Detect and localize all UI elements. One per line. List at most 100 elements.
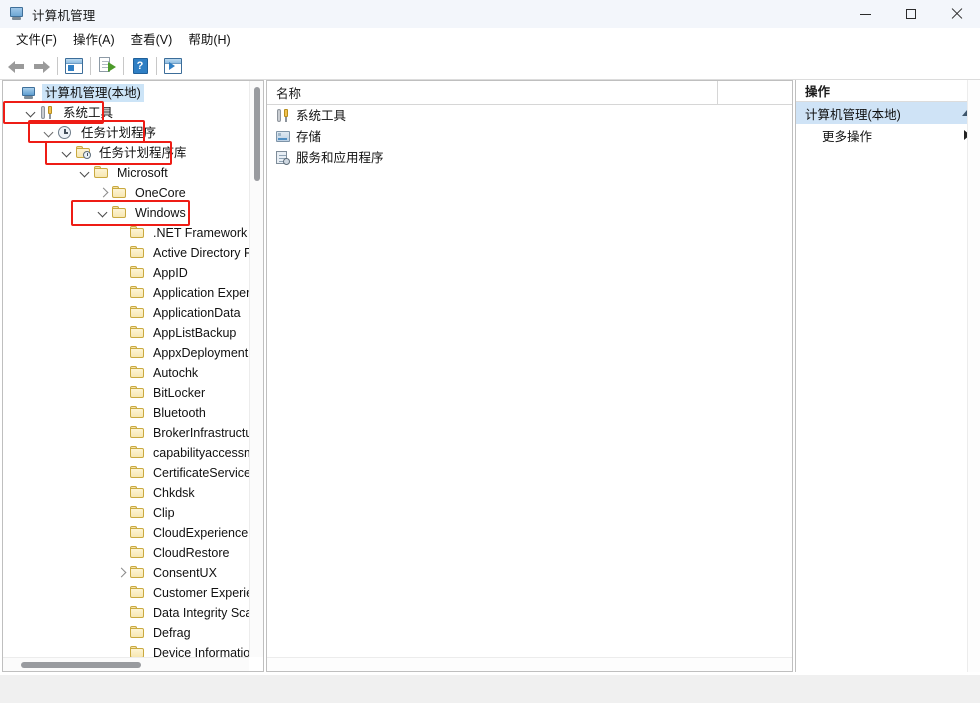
services-icon (275, 150, 292, 166)
result-list: 系统工具存储服务和应用程序 (267, 105, 792, 168)
menu-bar: 文件(F) 操作(A) 查看(V) 帮助(H) (0, 28, 980, 52)
tree-item[interactable]: CloudExperienceH (3, 523, 249, 543)
export-list-button[interactable] (95, 54, 119, 78)
chevron-placeholder (113, 403, 129, 423)
chevron-down-icon[interactable] (23, 103, 39, 123)
column-header-name[interactable]: 名称 (267, 83, 717, 102)
chevron-placeholder (113, 343, 129, 363)
tree-horizontal-scrollbar[interactable] (3, 657, 249, 671)
maximize-button[interactable] (888, 0, 934, 28)
tree-vertical-scroll-thumb[interactable] (254, 87, 260, 181)
chevron-down-icon[interactable] (41, 123, 57, 143)
forward-button[interactable] (29, 54, 53, 78)
arrow-left-icon (8, 59, 26, 73)
tree-item[interactable]: .NET Framework (3, 223, 249, 243)
chevron-down-icon[interactable] (95, 203, 111, 223)
back-button[interactable] (5, 54, 29, 78)
menu-action[interactable]: 操作(A) (65, 30, 123, 50)
status-bar (0, 675, 980, 703)
close-button[interactable] (934, 0, 980, 28)
tree-item[interactable]: Windows (3, 203, 249, 223)
minimize-button[interactable] (842, 0, 888, 28)
chevron-placeholder (113, 283, 129, 303)
tree-horizontal-scroll-thumb[interactable] (21, 662, 141, 668)
tree-item[interactable]: OneCore (3, 183, 249, 203)
tree-item[interactable]: Active Directory R (3, 243, 249, 263)
console-tree-pane: 计算机管理(本地)系统工具任务计划程序任务计划程序库MicrosoftOneCo… (2, 80, 264, 672)
tree-item[interactable]: ApplicationData (3, 303, 249, 323)
tree-item[interactable]: CloudRestore (3, 543, 249, 563)
actions-vertical-scrollbar[interactable] (967, 80, 980, 672)
tree-item[interactable]: ConsentUX (3, 563, 249, 583)
actions-group-computer-management[interactable]: 计算机管理(本地) (796, 102, 980, 124)
tree-item[interactable]: 任务计划程序库 (3, 143, 249, 163)
list-item[interactable]: 服务和应用程序 (267, 147, 792, 168)
tree-item-label: Chkdsk (150, 484, 198, 502)
tree-item[interactable]: Microsoft (3, 163, 249, 183)
folder-icon (129, 305, 146, 321)
tree-item[interactable]: capabilityaccessm (3, 443, 249, 463)
tree-item[interactable]: Customer Experie (3, 583, 249, 603)
tree-item[interactable]: 计算机管理(本地) (3, 83, 249, 103)
tree-item-label: ConsentUX (150, 564, 220, 582)
tree-item-label: Data Integrity Sca (150, 604, 249, 622)
tree-item[interactable]: Defrag (3, 623, 249, 643)
tree-item[interactable]: AppListBackup (3, 323, 249, 343)
chevron-down-icon[interactable] (59, 143, 75, 163)
column-divider[interactable] (717, 81, 718, 104)
actions-pane: 操作 计算机管理(本地) 更多操作 (795, 80, 980, 672)
tree-item-label: capabilityaccessm (150, 444, 249, 462)
tree-item-label: CloudRestore (150, 544, 232, 562)
tree-item[interactable]: Device Informatio (3, 643, 249, 657)
list-item[interactable]: 存储 (267, 126, 792, 147)
tree-item[interactable]: 系统工具 (3, 103, 249, 123)
tools-icon (39, 105, 56, 121)
folder-icon (111, 205, 128, 221)
action-pane-icon (164, 58, 182, 74)
storage-icon (275, 129, 292, 145)
folder-icon (111, 185, 128, 201)
tree-vertical-scrollbar[interactable] (249, 81, 263, 657)
menu-view[interactable]: 查看(V) (123, 30, 181, 50)
chevron-placeholder (113, 463, 129, 483)
tree-item[interactable]: Clip (3, 503, 249, 523)
show-hide-console-tree-button[interactable] (62, 54, 86, 78)
tree-item[interactable]: Autochk (3, 363, 249, 383)
toolbar-separator (90, 57, 91, 75)
tree-item[interactable]: AppID (3, 263, 249, 283)
tree-item-label: Application Exper (150, 284, 249, 302)
chevron-right-icon[interactable] (113, 563, 129, 583)
tree-item[interactable]: AppxDeployment( (3, 343, 249, 363)
list-horizontal-scrollbar[interactable] (267, 657, 792, 671)
chevron-placeholder (113, 223, 129, 243)
tree-item[interactable]: BitLocker (3, 383, 249, 403)
tree-item-label: 计算机管理(本地) (42, 84, 144, 102)
computer-icon (21, 85, 38, 101)
menu-file[interactable]: 文件(F) (8, 30, 65, 50)
tree-item[interactable]: CertificateServices (3, 463, 249, 483)
chevron-right-icon[interactable] (95, 183, 111, 203)
menu-help[interactable]: 帮助(H) (180, 30, 238, 50)
show-action-pane-button[interactable] (161, 54, 185, 78)
list-item[interactable]: 系统工具 (267, 105, 792, 126)
console-tree-icon (65, 58, 83, 74)
chevron-placeholder (113, 323, 129, 343)
tree-item-label: Device Informatio (150, 644, 249, 657)
chevron-down-icon[interactable] (77, 163, 93, 183)
tree-item[interactable]: Bluetooth (3, 403, 249, 423)
tree-item[interactable]: Chkdsk (3, 483, 249, 503)
help-button[interactable]: ? (128, 54, 152, 78)
tree-item[interactable]: Application Exper (3, 283, 249, 303)
tree-item[interactable]: Data Integrity Sca (3, 603, 249, 623)
chevron-placeholder (113, 603, 129, 623)
folder-icon (129, 405, 146, 421)
chevron-placeholder (113, 583, 129, 603)
folder-icon (93, 165, 110, 181)
action-more-actions[interactable]: 更多操作 (796, 124, 980, 146)
tree-item-label: 任务计划程序 (78, 124, 159, 142)
tree-item[interactable]: 任务计划程序 (3, 123, 249, 143)
tree-item-label: AppListBackup (150, 324, 239, 342)
tree-item[interactable]: BrokerInfrastructu (3, 423, 249, 443)
minimize-icon (860, 14, 871, 15)
folder-icon (129, 485, 146, 501)
